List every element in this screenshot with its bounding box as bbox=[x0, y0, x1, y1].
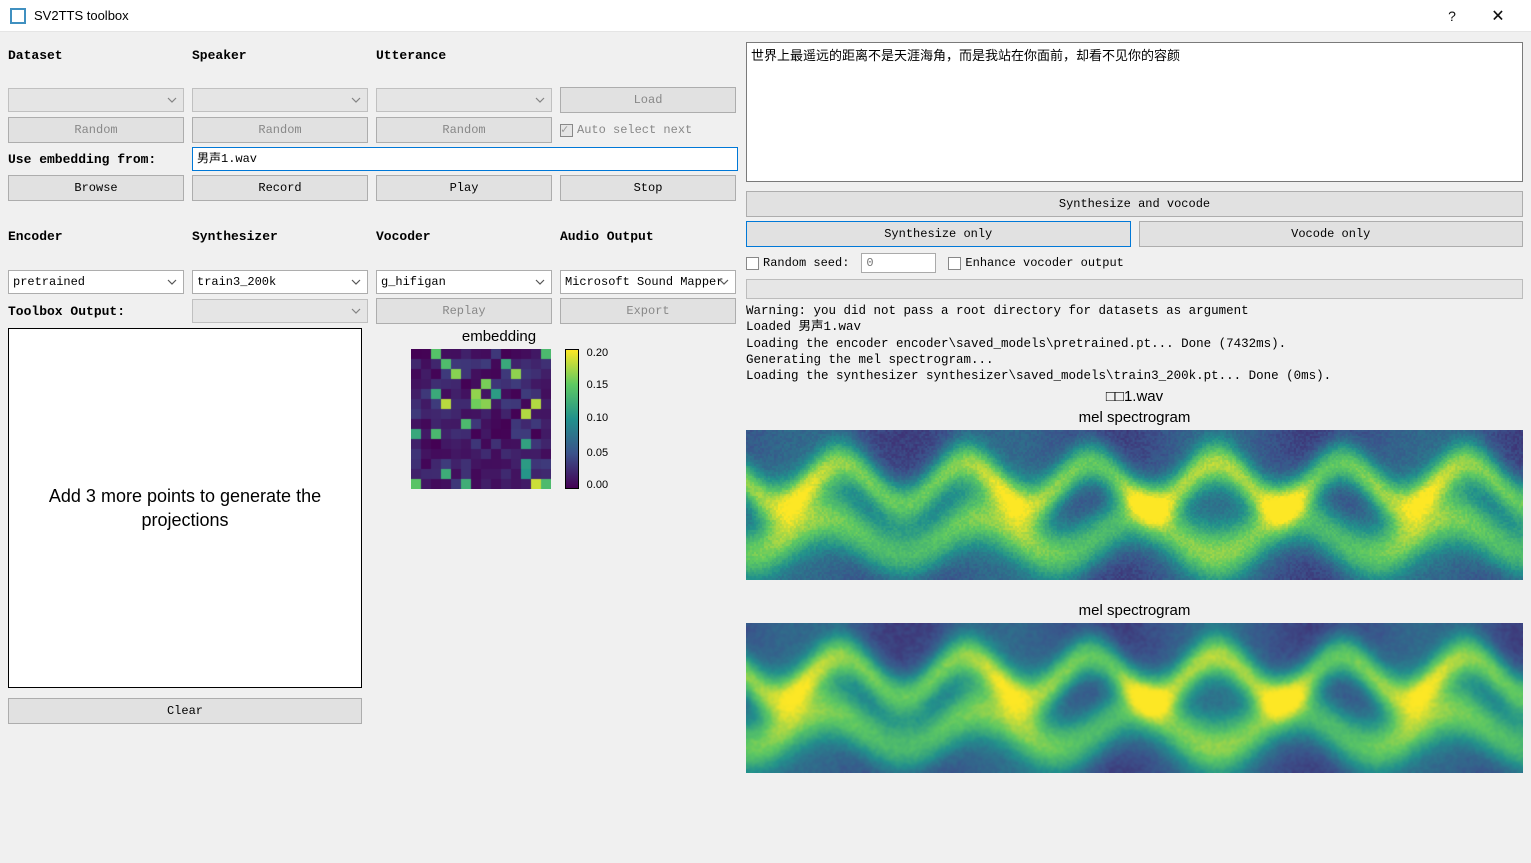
projection-message: Add 3 more points to generate the projec… bbox=[39, 484, 331, 533]
embedding-from-select[interactable]: 男声1.wav bbox=[192, 147, 738, 171]
checkbox-icon bbox=[560, 124, 573, 137]
mel-spectrogram-2 bbox=[746, 623, 1523, 773]
vocoder-heading: Vocoder bbox=[376, 223, 552, 266]
export-button[interactable]: Export bbox=[560, 298, 736, 324]
stop-button[interactable]: Stop bbox=[560, 175, 736, 201]
mel-spectrogram-1 bbox=[746, 430, 1523, 580]
random-utterance-button[interactable]: Random bbox=[376, 117, 552, 143]
colorbar-tick: 0.20 bbox=[587, 347, 608, 359]
random-speaker-button[interactable]: Random bbox=[192, 117, 368, 143]
current-utterance-title: □□1.wav bbox=[746, 388, 1523, 405]
vocode-only-button[interactable]: Vocode only bbox=[1139, 221, 1524, 247]
utterance-select[interactable] bbox=[376, 88, 552, 112]
toolbox-output-label: Toolbox Output: bbox=[8, 304, 184, 319]
speaker-select[interactable] bbox=[192, 88, 368, 112]
encoder-heading: Encoder bbox=[8, 223, 184, 266]
app-icon bbox=[10, 8, 26, 24]
colorbar-tick: 0.10 bbox=[587, 412, 608, 424]
speaker-heading: Speaker bbox=[192, 42, 368, 83]
synthesizer-select[interactable]: train3_200k bbox=[192, 270, 368, 294]
synthesizer-heading: Synthesizer bbox=[192, 223, 368, 266]
colorbar-tick: 0.00 bbox=[587, 479, 608, 491]
vocoder-select[interactable]: g_hifigan bbox=[376, 270, 552, 294]
enhance-vocoder-label: Enhance vocoder output bbox=[965, 256, 1123, 270]
random-seed-label: Random seed: bbox=[763, 256, 849, 270]
embedding-title: embedding bbox=[374, 328, 624, 345]
toolbox-output-select[interactable] bbox=[192, 299, 368, 323]
checkbox-icon bbox=[746, 257, 759, 270]
mel-spectrogram-1-title: mel spectrogram bbox=[746, 409, 1523, 426]
colorbar-tick: 0.05 bbox=[587, 447, 608, 459]
window-title: SV2TTS toolbox bbox=[34, 8, 1429, 23]
embedding-heatmap bbox=[411, 349, 551, 489]
text-input[interactable]: 世界上最遥远的距离不是天涯海角，而是我站在你面前，却看不见你的容颜 bbox=[746, 42, 1523, 182]
title-bar: SV2TTS toolbox ? 🗙 bbox=[0, 0, 1531, 32]
synthesize-and-vocode-button[interactable]: Synthesize and vocode bbox=[746, 191, 1523, 217]
log-output: Warning: you did not pass a root directo… bbox=[746, 299, 1523, 388]
mel-spectrogram-2-title: mel spectrogram bbox=[746, 602, 1523, 619]
random-dataset-button[interactable]: Random bbox=[8, 117, 184, 143]
use-embedding-from-label: Use embedding from: bbox=[8, 152, 184, 167]
replay-button[interactable]: Replay bbox=[376, 298, 552, 324]
random-seed-check[interactable]: Random seed: bbox=[746, 256, 849, 270]
help-button[interactable]: ? bbox=[1429, 8, 1475, 24]
browse-button[interactable]: Browse bbox=[8, 175, 184, 201]
synthesize-only-button[interactable]: Synthesize only bbox=[746, 221, 1131, 247]
embedding-colorbar: 0.20 0.15 0.10 0.05 0.00 bbox=[565, 349, 586, 492]
checkbox-icon bbox=[948, 257, 961, 270]
dataset-heading: Dataset bbox=[8, 42, 184, 83]
record-button[interactable]: Record bbox=[192, 175, 368, 201]
progress-bar bbox=[746, 279, 1523, 299]
utterance-heading: Utterance bbox=[376, 42, 552, 83]
load-button[interactable]: Load bbox=[560, 87, 736, 113]
colorbar-gradient bbox=[565, 349, 579, 489]
close-button[interactable]: 🗙 bbox=[1475, 4, 1521, 28]
auto-select-next-check[interactable]: Auto select next bbox=[560, 123, 736, 137]
encoder-select[interactable]: pretrained bbox=[8, 270, 184, 294]
projection-panel: Add 3 more points to generate the projec… bbox=[8, 328, 362, 688]
auto-select-next-label: Auto select next bbox=[577, 123, 692, 137]
random-seed-input[interactable] bbox=[861, 253, 936, 273]
audio-output-heading: Audio Output bbox=[560, 223, 736, 266]
audio-output-select[interactable]: Microsoft Sound Mapper bbox=[560, 270, 736, 294]
dataset-select[interactable] bbox=[8, 88, 184, 112]
colorbar-tick: 0.15 bbox=[587, 379, 608, 391]
clear-button[interactable]: Clear bbox=[8, 698, 362, 724]
enhance-vocoder-check[interactable]: Enhance vocoder output bbox=[948, 256, 1123, 270]
play-button[interactable]: Play bbox=[376, 175, 552, 201]
